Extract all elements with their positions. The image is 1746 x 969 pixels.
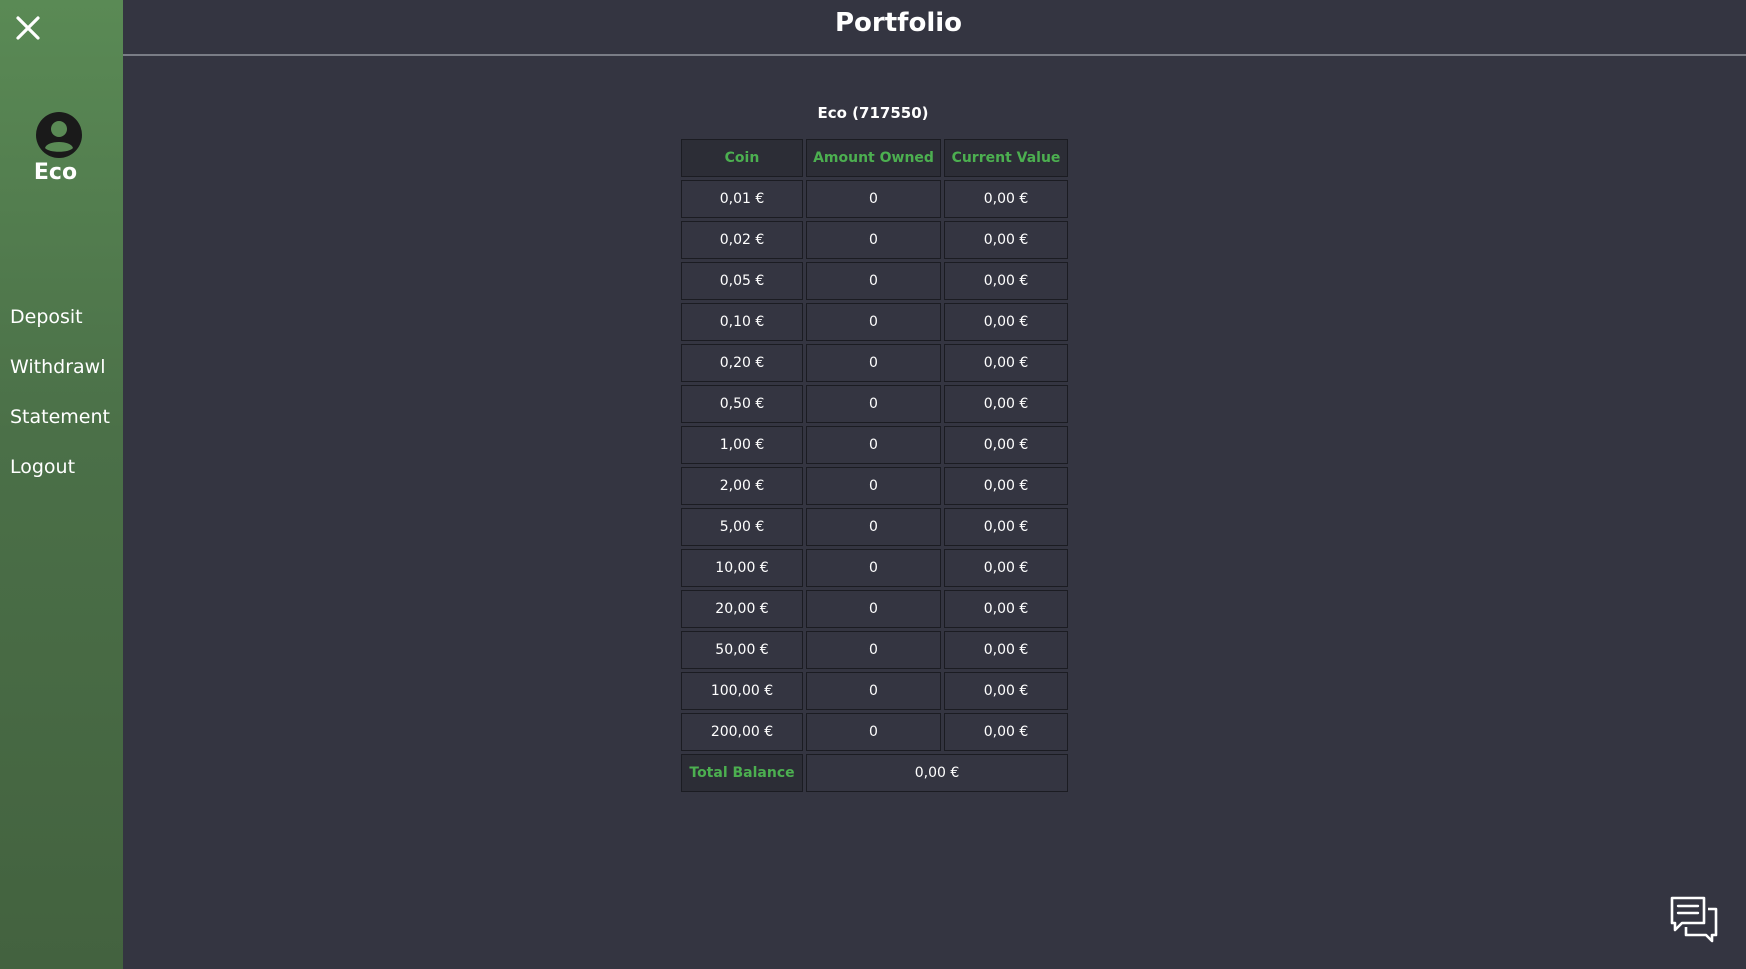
cell-amount: 0: [806, 672, 941, 710]
table-row: 0,50 € 0 0,00 €: [681, 385, 1068, 423]
cell-value: 0,00 €: [944, 180, 1068, 218]
cell-amount: 0: [806, 713, 941, 751]
sidebar: Eco Deposit Withdrawl Statement Logout: [0, 0, 123, 969]
table-row: 0,20 € 0 0,00 €: [681, 344, 1068, 382]
close-button[interactable]: [10, 10, 46, 46]
cell-value: 0,00 €: [944, 262, 1068, 300]
cell-amount: 0: [806, 180, 941, 218]
header-amount-owned: Amount Owned: [806, 139, 941, 177]
cell-value: 0,00 €: [944, 344, 1068, 382]
close-icon: [16, 16, 40, 40]
cell-amount: 0: [806, 508, 941, 546]
total-balance-label: Total Balance: [681, 754, 803, 792]
table-row: 0,01 € 0 0,00 €: [681, 180, 1068, 218]
header-coin: Coin: [681, 139, 803, 177]
portfolio-table: Coin Amount Owned Current Value 0,01 € 0…: [678, 136, 1071, 795]
page-title: Portfolio: [834, 8, 963, 38]
nav-item-statement[interactable]: Statement: [10, 400, 110, 450]
cell-amount: 0: [806, 344, 941, 382]
cell-coin: 100,00 €: [681, 672, 803, 710]
header-current-value: Current Value: [944, 139, 1068, 177]
cell-value: 0,00 €: [944, 221, 1068, 259]
cell-value: 0,00 €: [944, 549, 1068, 587]
user-circle-icon: [36, 112, 82, 158]
nav-item-deposit[interactable]: Deposit: [10, 300, 110, 350]
cell-amount: 0: [806, 590, 941, 628]
cell-value: 0,00 €: [944, 467, 1068, 505]
cell-amount: 0: [806, 467, 941, 505]
table-row: 2,00 € 0 0,00 €: [681, 467, 1068, 505]
table-row: 100,00 € 0 0,00 €: [681, 672, 1068, 710]
chat-button[interactable]: [1668, 893, 1720, 945]
cell-value: 0,00 €: [944, 590, 1068, 628]
table-row: 0,02 € 0 0,00 €: [681, 221, 1068, 259]
cell-amount: 0: [806, 426, 941, 464]
cell-coin: 2,00 €: [681, 467, 803, 505]
table-row: 0,05 € 0 0,00 €: [681, 262, 1068, 300]
sidebar-nav: Deposit Withdrawl Statement Logout: [10, 300, 110, 500]
cell-value: 0,00 €: [944, 385, 1068, 423]
cell-amount: 0: [806, 385, 941, 423]
nav-item-logout[interactable]: Logout: [10, 450, 110, 500]
cell-amount: 0: [806, 262, 941, 300]
cell-coin: 0,01 €: [681, 180, 803, 218]
cell-coin: 0,05 €: [681, 262, 803, 300]
cell-value: 0,00 €: [944, 508, 1068, 546]
chat-bubbles-icon: [1670, 896, 1718, 943]
cell-coin: 1,00 €: [681, 426, 803, 464]
table-row: 10,00 € 0 0,00 €: [681, 549, 1068, 587]
cell-coin: 50,00 €: [681, 631, 803, 669]
app-root: Eco Deposit Withdrawl Statement Logout P…: [0, 0, 1746, 969]
cell-amount: 0: [806, 303, 941, 341]
total-row: Total Balance 0,00 €: [681, 754, 1068, 792]
cell-amount: 0: [806, 549, 941, 587]
account-title: Eco (717550): [817, 104, 929, 122]
table-row: 5,00 € 0 0,00 €: [681, 508, 1068, 546]
cell-coin: 200,00 €: [681, 713, 803, 751]
table-row: 1,00 € 0 0,00 €: [681, 426, 1068, 464]
cell-coin: 10,00 €: [681, 549, 803, 587]
total-balance-value: 0,00 €: [806, 754, 1068, 792]
cell-coin: 0,20 €: [681, 344, 803, 382]
cell-coin: 0,10 €: [681, 303, 803, 341]
header: Portfolio: [123, 0, 1746, 56]
avatar: [34, 110, 84, 160]
username: Eco: [33, 160, 78, 185]
cell-value: 0,00 €: [944, 426, 1068, 464]
cell-coin: 5,00 €: [681, 508, 803, 546]
cell-coin: 0,50 €: [681, 385, 803, 423]
cell-coin: 20,00 €: [681, 590, 803, 628]
cell-value: 0,00 €: [944, 672, 1068, 710]
cell-value: 0,00 €: [944, 303, 1068, 341]
cell-value: 0,00 €: [944, 631, 1068, 669]
nav-item-withdrawl[interactable]: Withdrawl: [10, 350, 110, 400]
cell-amount: 0: [806, 631, 941, 669]
cell-value: 0,00 €: [944, 713, 1068, 751]
table-row: 0,10 € 0 0,00 €: [681, 303, 1068, 341]
table-row: 50,00 € 0 0,00 €: [681, 631, 1068, 669]
table-row: 200,00 € 0 0,00 €: [681, 713, 1068, 751]
table-row: 20,00 € 0 0,00 €: [681, 590, 1068, 628]
table-header-row: Coin Amount Owned Current Value: [681, 139, 1068, 177]
cell-amount: 0: [806, 221, 941, 259]
cell-coin: 0,02 €: [681, 221, 803, 259]
